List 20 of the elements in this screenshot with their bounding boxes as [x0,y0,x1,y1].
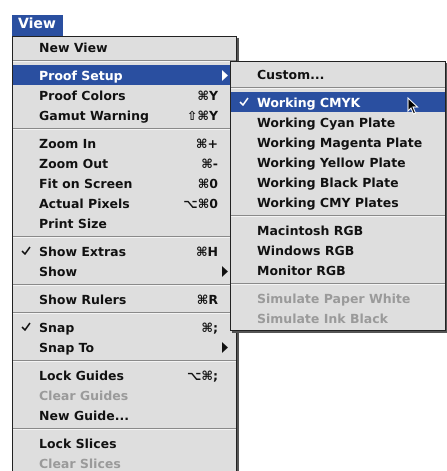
checkmark-icon [21,322,31,331]
menu-item[interactable]: Working Yellow Plate [231,152,445,172]
menu-item[interactable]: Working CMY Plates [231,192,445,212]
submenu-arrow-icon [222,266,228,276]
menu-item[interactable]: Working Cyan Plate [231,112,445,132]
menu-item[interactable]: Macintosh RGB [231,220,445,240]
menu-item[interactable]: Working Magenta Plate [231,132,445,152]
checkmark-icon [239,97,249,106]
menu-item[interactable]: New View [13,37,236,57]
menu-item[interactable]: Working CMYK [231,92,445,112]
menu-item[interactable]: Lock Slices [13,433,236,453]
checkmark-icon [21,246,31,255]
menu-title[interactable]: View [12,15,63,36]
menu-item[interactable]: Snap To [13,337,236,357]
mouse-pointer-icon [407,97,419,115]
menu-item[interactable]: Working Black Plate [231,172,445,192]
submenu-arrow-icon [222,70,228,80]
submenu-arrow-icon [222,342,228,352]
menu-item[interactable]: Lock Guides ⌥⌘; [13,365,236,385]
menu-item[interactable]: New Guide... [13,405,236,425]
